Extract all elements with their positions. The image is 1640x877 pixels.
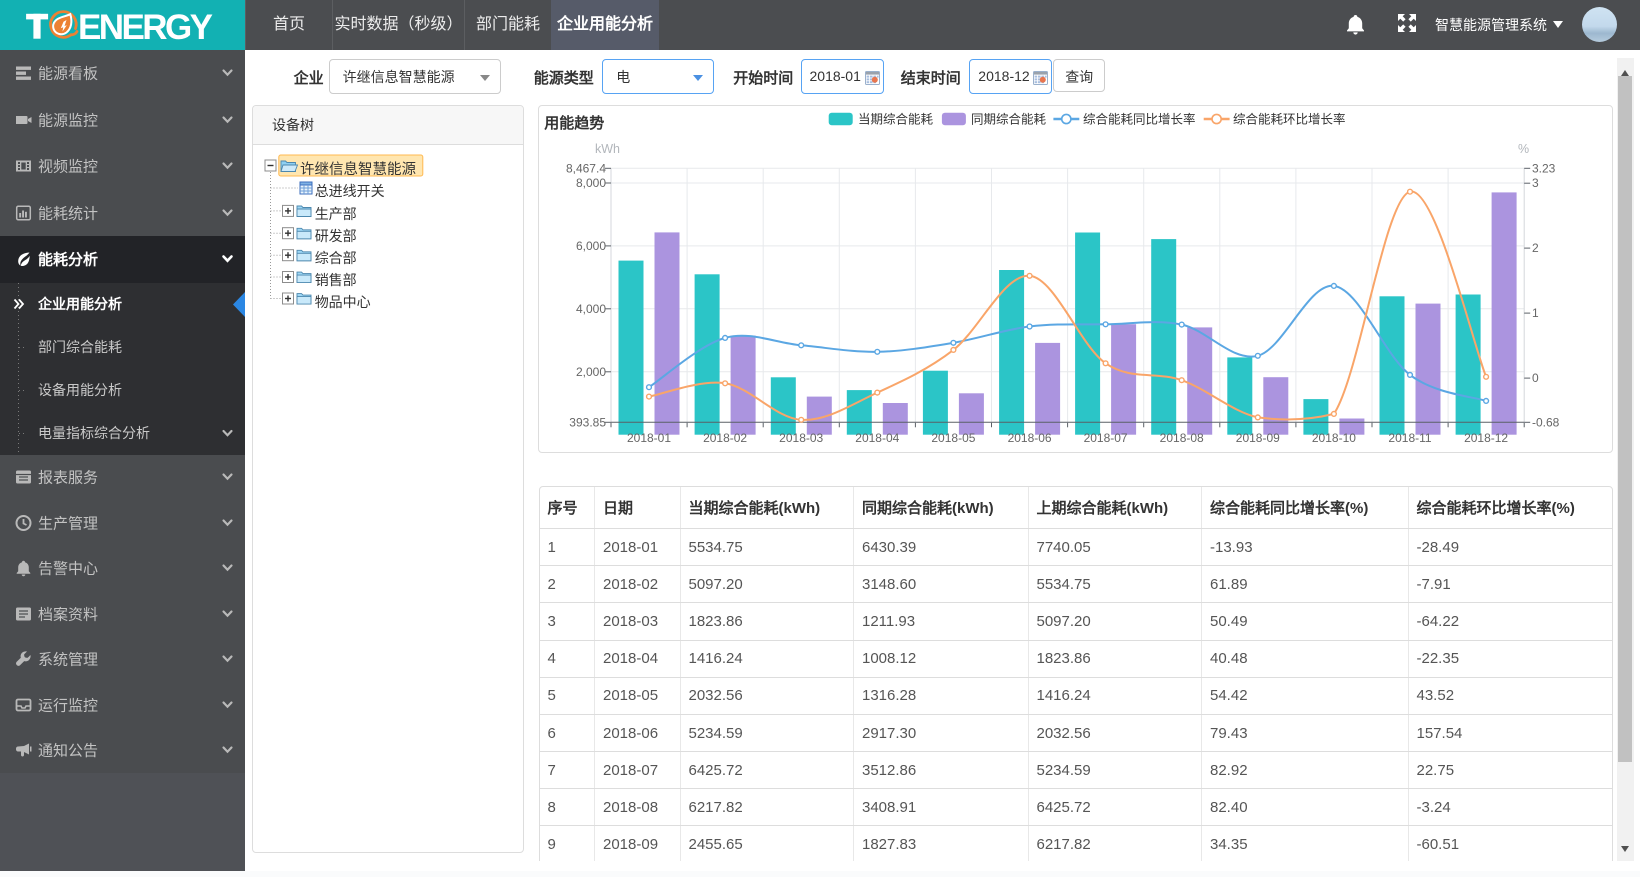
svg-text:2018-11: 2018-11 — [1389, 431, 1432, 445]
svg-text:综合能耗同比增长率: 综合能耗同比增长率 — [1083, 111, 1196, 126]
svg-text:2018-01: 2018-01 — [627, 431, 671, 445]
svg-text:8,467.4: 8,467.4 — [566, 161, 606, 175]
svg-text:当期综合能耗: 当期综合能耗 — [858, 111, 934, 126]
svg-text:2018-12: 2018-12 — [1464, 431, 1508, 445]
svg-text:综合能耗环比增长率: 综合能耗环比增长率 — [1233, 111, 1346, 126]
svg-text:2018-04: 2018-04 — [856, 431, 900, 445]
svg-text:2018-02: 2018-02 — [703, 431, 747, 445]
svg-text:2018-05: 2018-05 — [932, 431, 976, 445]
svg-text:3: 3 — [1532, 176, 1539, 190]
svg-text:3.23: 3.23 — [1532, 161, 1556, 175]
svg-text:2018-03: 2018-03 — [779, 431, 823, 445]
svg-text:-0.68: -0.68 — [1532, 415, 1560, 429]
svg-text:2018-10: 2018-10 — [1312, 431, 1356, 445]
svg-text:2018-06: 2018-06 — [1008, 431, 1052, 445]
svg-text:2018-09: 2018-09 — [1236, 431, 1280, 445]
svg-text:4,000: 4,000 — [576, 301, 606, 315]
svg-text:ENERGY: ENERGY — [78, 8, 213, 47]
svg-text:%: % — [1518, 142, 1529, 156]
svg-text:1: 1 — [1532, 306, 1539, 320]
svg-text:2018-08: 2018-08 — [1160, 431, 1204, 445]
svg-text:2: 2 — [1532, 241, 1539, 255]
svg-text:8,000: 8,000 — [576, 176, 606, 190]
svg-text:393.85: 393.85 — [570, 415, 607, 429]
svg-text:2018-07: 2018-07 — [1084, 431, 1128, 445]
svg-text:6,000: 6,000 — [576, 239, 606, 253]
svg-text:2,000: 2,000 — [576, 364, 606, 378]
svg-text:0: 0 — [1532, 371, 1539, 385]
svg-text:kWh: kWh — [595, 142, 620, 156]
svg-text:同期综合能耗: 同期综合能耗 — [971, 111, 1047, 126]
